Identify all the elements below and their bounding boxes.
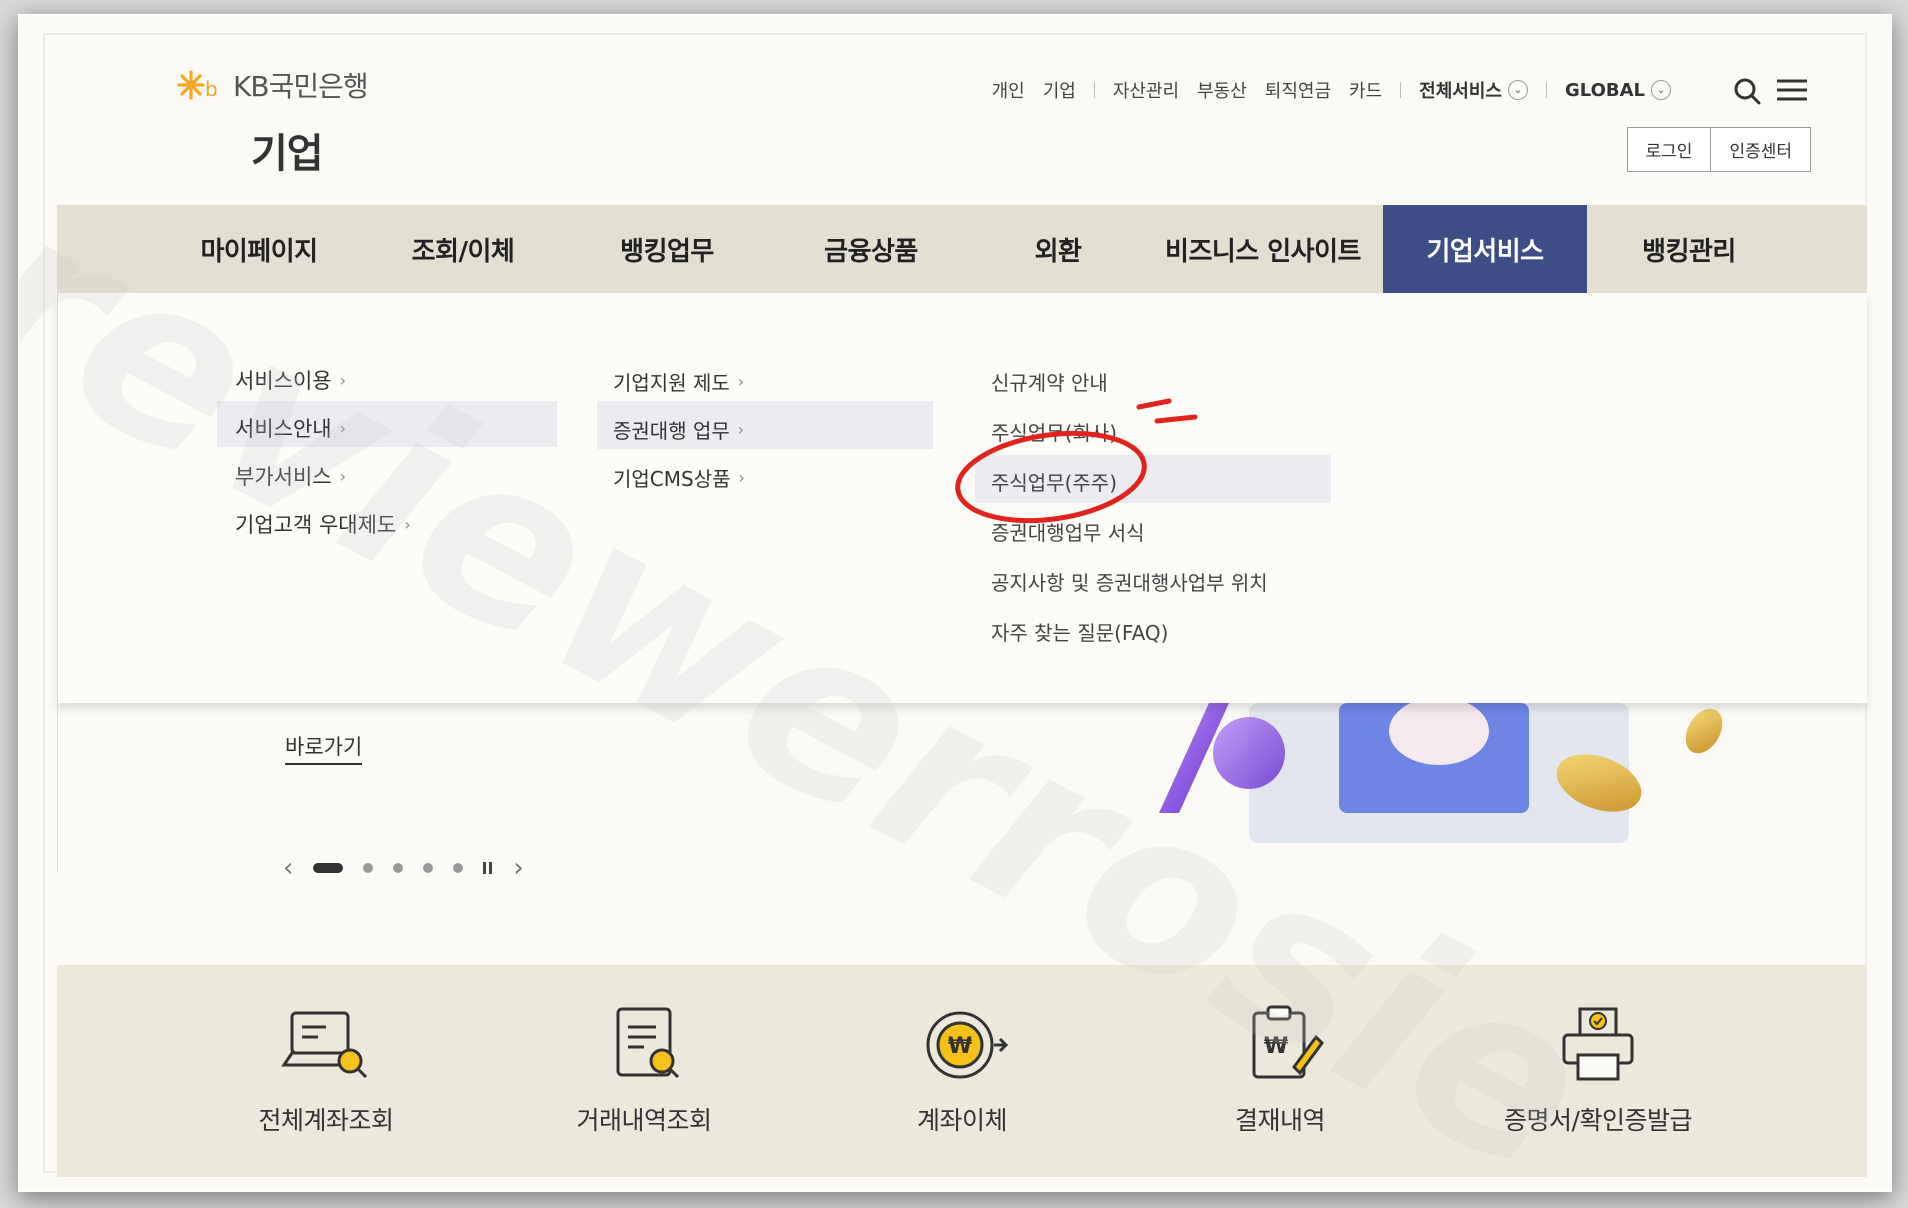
- tab-business-insight[interactable]: 비즈니스 인사이트: [1143, 205, 1383, 293]
- chevron-down-icon: ⌄: [1651, 80, 1671, 100]
- menu-label: 서비스이용: [235, 369, 332, 393]
- all-services-button[interactable]: 전체서비스 ⌄: [1419, 77, 1528, 103]
- menu-label: 기업CMS상품: [613, 467, 731, 491]
- page-title: 기업: [251, 131, 324, 177]
- hamburger-menu-icon[interactable]: [1775, 77, 1809, 103]
- quick-certificate-issue[interactable]: 증명서/확인증발급: [1498, 1005, 1698, 1137]
- quick-menu-bar: 전체계좌조회 거래내역조회 ₩ 계좌이체 ₩ 결재내역 증명서/확인증발급: [57, 965, 1867, 1177]
- divider: [1400, 82, 1402, 98]
- tab-corporate-services[interactable]: 기업서비스: [1383, 205, 1587, 293]
- quick-label: 계좌이체: [916, 1106, 1008, 1135]
- chevron-down-icon: ⌄: [1507, 80, 1528, 100]
- menu-label: 기업고객 우대제도: [235, 513, 397, 537]
- next-arrow-icon[interactable]: ›: [513, 853, 523, 883]
- svg-text:₩: ₩: [948, 1034, 972, 1059]
- submenu-forms[interactable]: 증권대행업무 서식: [991, 517, 1145, 546]
- hero-banner-illustration: [1159, 703, 1723, 843]
- laptop-search-icon: [281, 1011, 368, 1079]
- submenu-stock-shareholder[interactable]: 주식업무(주주): [991, 467, 1117, 496]
- pause-icon[interactable]: [483, 862, 493, 874]
- submenu-faq[interactable]: 자주 찾는 질문(FAQ): [991, 617, 1168, 646]
- tab-inquiry-transfer[interactable]: 조회/이체: [361, 205, 565, 293]
- chevron-right-icon: ›: [339, 370, 347, 390]
- tab-banking-management[interactable]: 뱅킹관리: [1587, 205, 1791, 293]
- clipboard-won-icon: ₩: [1252, 1005, 1324, 1079]
- quick-label: 결재내역: [1234, 1106, 1326, 1135]
- menu-divider: [57, 583, 458, 873]
- quick-transaction-history[interactable]: 거래내역조회: [544, 1005, 744, 1137]
- svg-text:₩: ₩: [1264, 1034, 1288, 1059]
- won-transfer-icon: ₩: [926, 1011, 1009, 1079]
- divider: [1093, 82, 1095, 98]
- auth-buttons: 로그인 인증센터: [1626, 127, 1811, 172]
- utility-nav: 개인 기업 자산관리 부동산 퇴직연금 카드 전체서비스 ⌄ GLOBAL ⌄: [992, 77, 1671, 103]
- menu-corp-support[interactable]: 기업지원 제도 ›: [613, 367, 744, 396]
- kb-logo[interactable]: b KB국민은행: [177, 65, 369, 105]
- menu-securities-agency[interactable]: 증권대행 업무 ›: [613, 415, 744, 444]
- chevron-right-icon: ›: [737, 420, 745, 439]
- tab-banking[interactable]: 뱅킹업무: [565, 205, 769, 293]
- menu-service-guide[interactable]: 서비스안내 ›: [235, 413, 346, 443]
- mega-menu-dropdown: 서비스이용 › 서비스안내 › 부가서비스 › 기업고객 우대제도 › 기업지원 제도 ›…: [57, 293, 1867, 873]
- logo-text: KB국민은행: [233, 70, 369, 103]
- util-link-personal[interactable]: 개인: [992, 77, 1025, 103]
- chevron-right-icon: ›: [339, 418, 347, 438]
- chevron-right-icon: ›: [737, 372, 745, 391]
- util-link-realestate[interactable]: 부동산: [1197, 77, 1247, 103]
- submenu-notice-location[interactable]: 공지사항 및 증권대행사업부 위치: [991, 567, 1268, 596]
- all-services-label: 전체서비스: [1419, 81, 1502, 102]
- quick-transfer[interactable]: ₩ 계좌이체: [862, 1005, 1062, 1137]
- util-link-business[interactable]: 기업: [1043, 77, 1076, 103]
- cert-center-button[interactable]: 인증센터: [1710, 128, 1810, 171]
- util-link-card[interactable]: 카드: [1349, 77, 1382, 103]
- tab-products[interactable]: 금융상품: [769, 205, 973, 293]
- search-icon[interactable]: [1733, 77, 1761, 105]
- tab-mypage[interactable]: 마이페이지: [157, 205, 361, 293]
- menu-service-use[interactable]: 서비스이용 ›: [235, 365, 346, 395]
- divider: [1545, 82, 1547, 98]
- menu-label: 부가서비스: [235, 465, 332, 489]
- chevron-right-icon: ›: [339, 466, 347, 486]
- util-link-pension[interactable]: 퇴직연금: [1265, 77, 1331, 103]
- quick-label: 증명서/확인증발급: [1504, 1106, 1692, 1135]
- quick-all-accounts[interactable]: 전체계좌조회: [226, 1005, 426, 1137]
- quick-label: 거래내역조회: [576, 1106, 712, 1135]
- login-button[interactable]: 로그인: [1628, 128, 1711, 171]
- main-nav: 마이페이지 조회/이체 뱅킹업무 금융상품 외환 비즈니스 인사이트 기업서비스…: [57, 205, 1867, 293]
- kb-star-icon: b: [177, 70, 218, 101]
- global-label: GLOBAL: [1564, 79, 1645, 101]
- menu-label: 기업지원 제도: [613, 371, 730, 395]
- global-button[interactable]: GLOBAL ⌄: [1565, 80, 1671, 101]
- menu-label: 서비스안내: [235, 417, 332, 441]
- util-link-wealth[interactable]: 자산관리: [1113, 77, 1179, 103]
- quick-label: 전체계좌조회: [258, 1106, 394, 1135]
- document-search-icon: [616, 1007, 680, 1079]
- menu-customer-benefits[interactable]: 기업고객 우대제도 ›: [235, 509, 411, 539]
- chevron-right-icon: ›: [404, 514, 411, 534]
- menu-cms-products[interactable]: 기업CMS상품 ›: [613, 463, 745, 492]
- chevron-right-icon: ›: [738, 468, 745, 487]
- menu-label: 증권대행 업무: [613, 419, 730, 443]
- tab-forex[interactable]: 외환: [973, 205, 1143, 293]
- submenu-new-contract[interactable]: 신규계약 안내: [991, 367, 1108, 396]
- menu-addon-services[interactable]: 부가서비스 ›: [235, 461, 346, 491]
- quick-payment-history[interactable]: ₩ 결재내역: [1180, 1005, 1380, 1137]
- printer-check-icon: [1562, 1007, 1634, 1081]
- svg-text:b: b: [205, 77, 218, 101]
- browser-screenshot: b KB국민은행 기업 개인 기업 자산관리 부동산 퇴직연금 카드 전체서비스…: [18, 14, 1892, 1192]
- submenu-stock-company[interactable]: 주식업무(회사): [991, 417, 1117, 446]
